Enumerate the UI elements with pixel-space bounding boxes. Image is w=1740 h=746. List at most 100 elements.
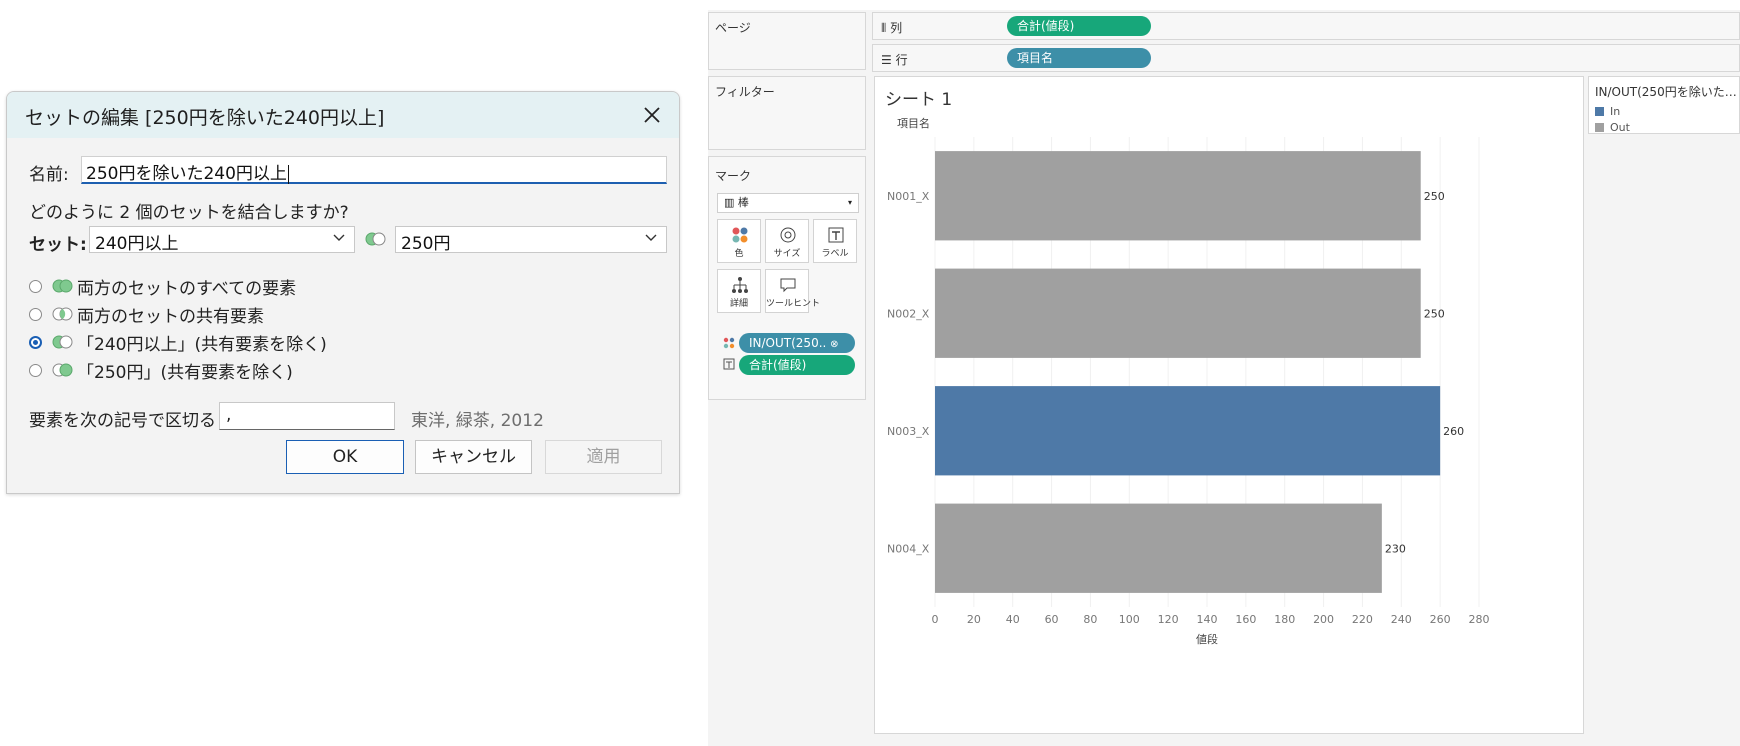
text-label-icon bbox=[828, 227, 844, 243]
radio-button[interactable] bbox=[29, 279, 42, 293]
columns-pill[interactable]: 合計(値段) bbox=[1007, 16, 1151, 36]
size-button[interactable]: サイズ bbox=[765, 219, 809, 263]
x-tick-label: 120 bbox=[1158, 613, 1179, 626]
combine-question: どのように 2 個のセットを結合しますか? bbox=[29, 203, 349, 223]
category-label: N002_X bbox=[887, 307, 930, 320]
detail-label: 詳細 bbox=[729, 299, 748, 309]
color-button[interactable]: 色 bbox=[717, 219, 761, 263]
option-label: 「250円」(共有要素を除く) bbox=[77, 362, 293, 383]
set-left-select[interactable]: 240円以上 bbox=[89, 226, 355, 254]
radio-button[interactable] bbox=[29, 363, 42, 377]
pages-label: ページ bbox=[715, 21, 751, 35]
option-shared-members[interactable]: 両方のセットの共有要素 bbox=[29, 302, 264, 327]
option-left-except-shared[interactable]: 「240円以上」(共有要素を除く) bbox=[29, 330, 327, 355]
dialog-title: セットの編集 [250円を除いた240円以上] bbox=[25, 107, 385, 129]
x-tick-label: 280 bbox=[1469, 613, 1490, 626]
set-name-value: 250円を除いた240円以上 bbox=[86, 164, 287, 184]
cancel-button[interactable]: キャンセル bbox=[415, 440, 532, 474]
venn-right-only-icon bbox=[52, 363, 73, 377]
x-axis-label: 値段 bbox=[1196, 632, 1218, 646]
radio-button-selected[interactable] bbox=[29, 335, 42, 349]
x-tick-label: 60 bbox=[1045, 613, 1059, 626]
rows-shelf[interactable]: ☰ 行 項目名 bbox=[872, 44, 1740, 72]
legend-item-out[interactable]: Out bbox=[1595, 121, 1630, 134]
x-tick-label: 200 bbox=[1313, 613, 1334, 626]
rows-pill[interactable]: 項目名 bbox=[1007, 48, 1151, 68]
radio-button[interactable] bbox=[29, 307, 42, 321]
close-icon[interactable] bbox=[635, 98, 669, 132]
text-label-icon bbox=[723, 358, 735, 370]
category-label: N003_X bbox=[887, 425, 930, 438]
option-right-except-shared[interactable]: 「250円」(共有要素を除く) bbox=[29, 358, 293, 383]
x-tick-label: 240 bbox=[1391, 613, 1412, 626]
color-dots-icon bbox=[723, 337, 735, 349]
caret-down-icon: ▾ bbox=[847, 198, 852, 207]
pages-shelf[interactable]: ページ bbox=[708, 12, 866, 70]
x-tick-label: 180 bbox=[1274, 613, 1295, 626]
set-link-icon: ⊗ bbox=[830, 339, 839, 350]
bar bbox=[935, 503, 1382, 593]
data-label: 250 bbox=[1424, 307, 1445, 320]
label-pill[interactable]: 合計(値段) bbox=[739, 355, 855, 375]
size-icon bbox=[780, 227, 796, 243]
category-label: N001_X bbox=[887, 190, 930, 203]
set-name-input[interactable]: 250円を除いた240円以上 bbox=[81, 156, 667, 184]
bar bbox=[935, 151, 1421, 241]
columns-shelf[interactable]: ⦀ 列 合計(値段) bbox=[872, 12, 1740, 40]
apply-button[interactable]: 適用 bbox=[545, 440, 662, 474]
row-header-label: 項目名 bbox=[897, 116, 930, 130]
x-tick-label: 0 bbox=[932, 613, 939, 626]
x-tick-label: 20 bbox=[967, 613, 981, 626]
x-tick-label: 140 bbox=[1197, 613, 1218, 626]
set-left-value: 240円以上 bbox=[95, 234, 179, 254]
bar-chart: シート 1 項目名 0 20 40 60 80 100 120 140 160 180 200 220 24… bbox=[885, 90, 1490, 646]
legend-item-in[interactable]: In bbox=[1595, 105, 1620, 118]
x-tick-label: 160 bbox=[1235, 613, 1256, 626]
marks-card: マーク ▥ 棒 ▾ 色 サイズ ラベル 詳細 ツールヒント IN/OUT(250… bbox=[708, 156, 866, 400]
data-label: 250 bbox=[1424, 190, 1445, 203]
ok-button[interactable]: OK bbox=[286, 440, 404, 474]
size-label: サイズ bbox=[773, 249, 801, 259]
option-label: 両方のセットのすべての要素 bbox=[77, 278, 297, 299]
x-tick-label: 260 bbox=[1430, 613, 1451, 626]
sheet-title: シート 1 bbox=[885, 90, 952, 110]
tableau-workspace: ページ ⦀ 列 合計(値段) ☰ 行 項目名 フィルター マーク ▥ 棒 ▾ 色… bbox=[708, 10, 1740, 746]
x-tick-label: 40 bbox=[1006, 613, 1020, 626]
edit-set-dialog: セットの編集 [250円を除いた240円以上] 名前: 250円を除いた240円… bbox=[6, 91, 680, 494]
columns-shelf-label: ⦀ 列 bbox=[881, 21, 903, 35]
color-dots-icon bbox=[732, 227, 748, 243]
tooltip-button[interactable]: ツールヒント bbox=[765, 269, 821, 313]
x-tick-label: 80 bbox=[1083, 613, 1097, 626]
mark-type-value: 棒 bbox=[737, 196, 749, 209]
worksheet-view: シート 1 項目名 0 20 40 60 80 100 120 140 160 180 200 220 24… bbox=[874, 76, 1584, 734]
bar-chart-icon: ▥ bbox=[724, 196, 735, 209]
venn-exclude-icon bbox=[365, 232, 386, 246]
set-right-select[interactable]: 250円 bbox=[395, 226, 667, 254]
label-button[interactable]: ラベル bbox=[813, 219, 857, 263]
legend-swatch bbox=[1595, 123, 1604, 132]
label-label: ラベル bbox=[821, 249, 849, 259]
option-all-members[interactable]: 両方のセットのすべての要素 bbox=[29, 274, 297, 299]
dialog-titlebar: セットの編集 [250円を除いた240円以上] bbox=[7, 92, 679, 138]
data-label: 230 bbox=[1385, 542, 1406, 555]
venn-intersect-icon bbox=[52, 307, 73, 321]
data-label: 260 bbox=[1443, 425, 1464, 438]
filters-shelf[interactable]: フィルター bbox=[708, 76, 866, 150]
chevron-down-icon bbox=[333, 234, 345, 241]
color-label: 色 bbox=[734, 249, 744, 259]
set-right-value: 250円 bbox=[401, 234, 451, 254]
bar bbox=[935, 268, 1421, 358]
name-label: 名前: bbox=[29, 165, 69, 185]
separator-input[interactable]: , bbox=[219, 402, 395, 430]
option-label: 「240円以上」(共有要素を除く) bbox=[77, 334, 327, 355]
option-label: 両方のセットの共有要素 bbox=[77, 306, 264, 327]
filters-label: フィルター bbox=[715, 85, 775, 99]
inout-color-pill[interactable]: IN/OUT(250.. ⊗ bbox=[739, 333, 855, 353]
x-tick-label: 100 bbox=[1119, 613, 1140, 626]
separator-example: 東洋, 緑茶, 2012 bbox=[411, 411, 544, 431]
text-caret bbox=[287, 164, 289, 184]
tooltip-label: ツールヒント bbox=[766, 299, 821, 309]
legend-title: IN/OUT(250円を除いた… bbox=[1595, 85, 1737, 99]
mark-type-dropdown[interactable]: ▥ 棒 ▾ bbox=[717, 193, 859, 213]
detail-button[interactable]: 詳細 bbox=[717, 269, 761, 313]
